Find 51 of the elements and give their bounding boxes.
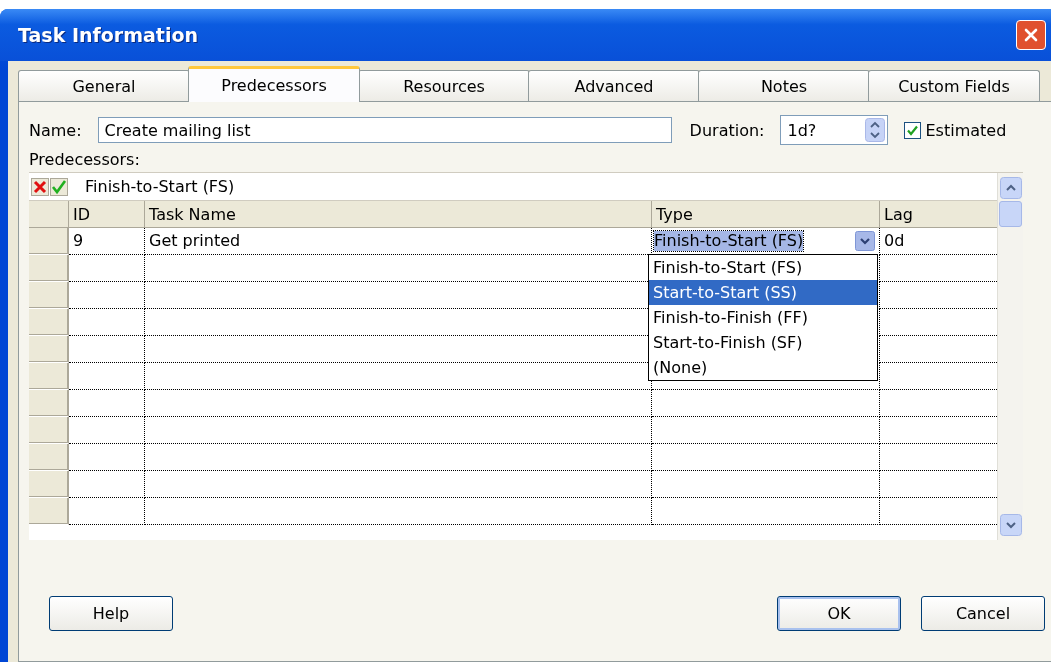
name-label: Name:: [29, 120, 82, 140]
column-header[interactable]: Task Name: [145, 201, 652, 228]
window-title: Task Information: [18, 24, 199, 46]
row-header[interactable]: [29, 390, 69, 417]
tab[interactable]: Custom Fields: [868, 70, 1040, 102]
checkbox[interactable]: [904, 121, 922, 139]
cancel-button[interactable]: Cancel: [921, 596, 1045, 631]
column-header[interactable]: Lag: [880, 201, 997, 228]
scroll-thumb[interactable]: [999, 201, 1022, 227]
table-cell: 9: [69, 228, 145, 255]
corner-cell: [29, 201, 69, 228]
dropdown-option[interactable]: (None): [649, 355, 877, 380]
scroll-up-icon[interactable]: [999, 177, 1022, 199]
predecessors-label: Predecessors:: [29, 150, 141, 171]
row-header[interactable]: [29, 498, 69, 525]
table-cell: Get printed: [145, 228, 652, 255]
close-button[interactable]: [1016, 20, 1046, 50]
duration-label: Duration:: [689, 120, 765, 140]
help-button[interactable]: Help: [49, 596, 173, 631]
ok-button[interactable]: OK: [777, 596, 901, 631]
column-header[interactable]: ID: [69, 201, 145, 228]
check-icon: [906, 123, 920, 137]
column-header[interactable]: Type: [652, 201, 880, 228]
row-header[interactable]: [29, 417, 69, 444]
row-header[interactable]: [29, 255, 69, 282]
entry-field[interactable]: Finish-to-Start (FS): [85, 177, 235, 196]
row-header[interactable]: [29, 444, 69, 471]
dropdown-option[interactable]: Start-to-Finish (SF): [649, 330, 877, 355]
row-header[interactable]: [29, 336, 69, 363]
row-header[interactable]: [29, 471, 69, 498]
tab[interactable]: General: [18, 70, 190, 102]
cancel-icon[interactable]: [31, 177, 49, 196]
dropdown-option[interactable]: Finish-to-Start (FS): [649, 255, 877, 280]
tab[interactable]: Advanced: [528, 70, 700, 102]
duration-field[interactable]: 1d?: [780, 115, 889, 145]
type-dropdown-value[interactable]: Finish-to-Start (FS): [654, 231, 804, 251]
spinner-icon[interactable]: [865, 118, 886, 142]
dropdown-option[interactable]: Start-to-Start (SS): [649, 280, 877, 305]
name-field[interactable]: Create mailing list: [97, 117, 672, 143]
tab[interactable]: Resources: [358, 70, 530, 102]
row-header[interactable]: [29, 363, 69, 390]
row-header[interactable]: [29, 309, 69, 336]
row-header[interactable]: [29, 282, 69, 309]
check-icon[interactable]: [50, 177, 68, 196]
dropdown-option[interactable]: Finish-to-Finish (FF): [649, 305, 877, 330]
tab[interactable]: Notes: [698, 70, 870, 102]
close-icon: [1023, 27, 1039, 43]
row-header[interactable]: [29, 228, 69, 255]
tab[interactable]: Predecessors: [188, 66, 360, 102]
scroll-down-icon[interactable]: [999, 514, 1022, 536]
estimated-checkbox[interactable]: Estimated: [904, 120, 1007, 140]
